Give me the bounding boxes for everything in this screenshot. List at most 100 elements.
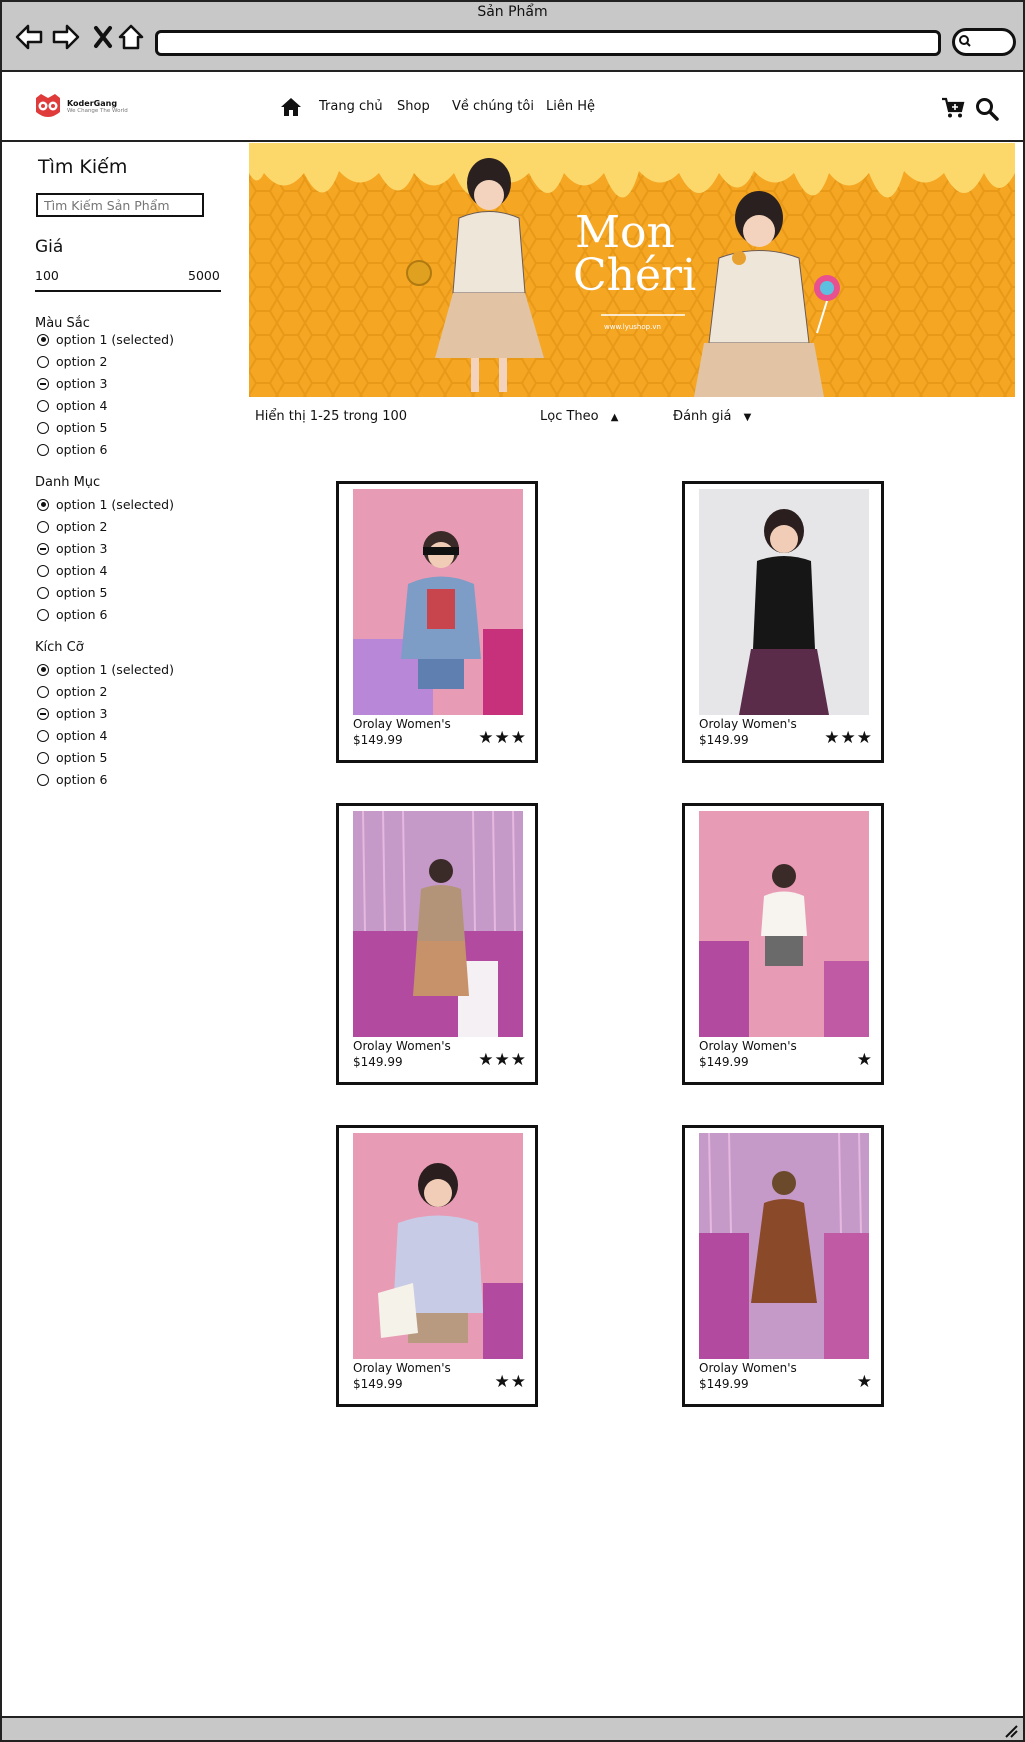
product-photo: [353, 1133, 523, 1359]
option-label: option 3: [56, 706, 108, 721]
color-option-1[interactable]: option 1 (selected): [37, 332, 174, 347]
size-option-1[interactable]: option 1 (selected): [37, 662, 174, 677]
option-label: option 5: [56, 750, 108, 765]
category-option-3[interactable]: option 3: [37, 541, 107, 556]
product-card[interactable]: Orolay Women's $149.99 ★★★: [336, 803, 538, 1085]
category-option-2[interactable]: option 2: [37, 519, 107, 534]
product-photo: [699, 1133, 869, 1359]
nav-link-home[interactable]: Trang chủ: [319, 99, 383, 114]
banner-title-line2: Chéri: [573, 250, 697, 301]
option-label: option 2: [56, 519, 108, 534]
option-label: option 5: [56, 585, 108, 600]
category-filter-title: Danh Mục: [35, 475, 101, 490]
product-photo: [699, 811, 869, 1037]
option-label: option 1 (selected): [56, 662, 174, 677]
radio: [37, 355, 49, 368]
category-option-6[interactable]: option 6: [37, 607, 107, 622]
product-card[interactable]: Orolay Women's $149.99 ★: [682, 803, 884, 1085]
home-nav-icon[interactable]: [280, 97, 302, 117]
owl-logo-icon: [36, 94, 60, 117]
product-card[interactable]: Orolay Women's $149.99 ★: [682, 1125, 884, 1407]
filter-sort-button[interactable]: Lọc Theo ▲: [540, 409, 618, 424]
product-name: Orolay Women's: [699, 1039, 797, 1053]
radio: [37, 773, 49, 786]
search-icon: [959, 35, 971, 47]
brand-tagline: We Change The World: [67, 107, 128, 114]
search-icon[interactable]: [975, 97, 999, 121]
product-rating-stars: ★★★: [478, 728, 527, 748]
promo-banner[interactable]: Mon Chéri www.lyushop.vn: [249, 143, 1015, 397]
product-card[interactable]: Orolay Women's $149.99 ★★: [336, 1125, 538, 1407]
resize-grip-icon[interactable]: [1002, 1722, 1018, 1738]
nav-link-contact[interactable]: Liên Hệ: [546, 99, 595, 114]
caret-down-icon: ▼: [743, 412, 752, 423]
color-option-4[interactable]: option 4: [37, 398, 107, 413]
window-title: Sản Phẩm: [477, 4, 548, 20]
address-bar[interactable]: [155, 30, 941, 56]
radio-indeterminate: [37, 707, 49, 720]
color-option-3[interactable]: option 3: [37, 376, 107, 391]
cart-icon[interactable]: [941, 97, 965, 119]
size-option-4[interactable]: option 4: [37, 728, 107, 743]
brand-logo[interactable]: KoderGang We Change The World: [33, 92, 128, 120]
product-name: Orolay Women's: [699, 1361, 797, 1375]
color-option-2[interactable]: option 2: [37, 354, 107, 369]
price-title: Giá: [35, 237, 64, 257]
color-option-6[interactable]: option 6: [37, 442, 107, 457]
product-search-input[interactable]: [36, 193, 204, 217]
forward-icon[interactable]: [51, 22, 81, 52]
close-icon[interactable]: [88, 22, 118, 52]
radio: [37, 685, 49, 698]
size-option-3[interactable]: option 3: [37, 706, 107, 721]
product-price: $149.99: [353, 733, 403, 747]
home-icon[interactable]: [116, 22, 146, 52]
product-rating-stars: ★: [856, 1050, 873, 1070]
price-max: 5000: [188, 268, 220, 283]
price-slider[interactable]: [35, 290, 221, 292]
banner-title-line1: Mon: [575, 207, 675, 258]
product-name: Orolay Women's: [353, 1361, 451, 1375]
brand-name: KoderGang: [67, 98, 118, 108]
rating-sort-button[interactable]: Đánh giá ▼: [673, 409, 751, 424]
rating-label: Đánh giá: [673, 409, 732, 424]
color-option-5[interactable]: option 5: [37, 420, 107, 435]
price-min: 100: [35, 268, 59, 283]
radio-selected: [37, 333, 49, 346]
option-label: option 6: [56, 442, 108, 457]
size-option-2[interactable]: option 2: [37, 684, 107, 699]
banner-url: www.lyushop.vn: [604, 323, 661, 331]
filter-label: Lọc Theo: [540, 409, 599, 424]
product-name: Orolay Women's: [353, 717, 451, 731]
category-option-5[interactable]: option 5: [37, 585, 107, 600]
option-label: option 6: [56, 772, 108, 787]
product-rating-stars: ★★★: [478, 1050, 527, 1070]
category-option-1[interactable]: option 1 (selected): [37, 497, 174, 512]
product-rating-stars: ★★: [494, 1372, 527, 1392]
results-count: Hiển thị 1-25 trong 100: [255, 409, 408, 424]
product-price: $149.99: [699, 733, 749, 747]
back-icon[interactable]: [14, 22, 44, 52]
option-label: option 4: [56, 398, 108, 413]
product-name: Orolay Women's: [699, 717, 797, 731]
product-card[interactable]: Orolay Women's $149.99 ★★★: [682, 481, 884, 763]
product-photo: [353, 811, 523, 1037]
caret-up-icon: ▲: [610, 412, 619, 423]
category-option-4[interactable]: option 4: [37, 563, 107, 578]
product-price: $149.99: [353, 1377, 403, 1391]
radio-indeterminate: [37, 542, 49, 555]
product-rating-stars: ★★★: [824, 728, 873, 748]
radio: [37, 443, 49, 456]
search-title: Tìm Kiếm: [38, 156, 128, 178]
size-filter-title: Kích Cỡ: [35, 640, 84, 655]
browser-search-field[interactable]: [952, 28, 1016, 56]
size-option-6[interactable]: option 6: [37, 772, 107, 787]
size-option-5[interactable]: option 5: [37, 750, 107, 765]
option-label: option 6: [56, 607, 108, 622]
nav-link-shop[interactable]: Shop: [397, 99, 430, 114]
radio: [37, 399, 49, 412]
product-card[interactable]: Orolay Women's $149.99 ★★★: [336, 481, 538, 763]
product-price: $149.99: [699, 1377, 749, 1391]
nav-link-about[interactable]: Về chúng tôi: [452, 99, 534, 114]
product-price: $149.99: [699, 1055, 749, 1069]
radio: [37, 520, 49, 533]
